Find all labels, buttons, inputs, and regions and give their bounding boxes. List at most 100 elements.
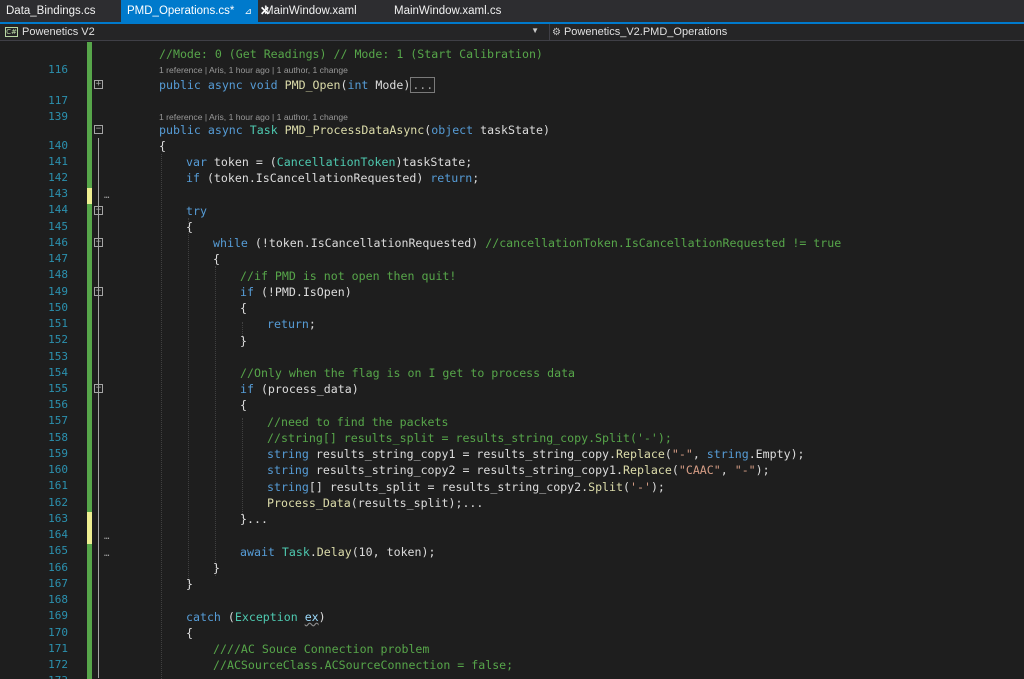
code-text: } <box>240 334 247 348</box>
collapse-icon[interactable]: − <box>94 287 103 296</box>
tab-label: PMD_Operations.cs* <box>127 5 235 17</box>
line-number: 173 <box>20 673 68 679</box>
collapse-icon[interactable]: − <box>94 125 103 134</box>
ellipsis-icon: ... <box>246 512 268 526</box>
code-line[interactable]: 142 var token = (CancellationToken)taskS… <box>0 154 1024 184</box>
code-line[interactable]: 159 //string[] results_split = results_s… <box>0 430 1024 460</box>
code-line[interactable]: 147 − while (!token.IsCancellationReques… <box>0 235 1024 265</box>
tab-pmd-operations[interactable]: PMD_Operations.cs* ⊿ ✕ <box>121 0 270 22</box>
code-text: catch (Exception ex) <box>186 610 326 624</box>
code-text: //ACSourceClass.ACSourceConnection = fal… <box>213 658 514 672</box>
code-text: { <box>240 301 247 315</box>
code-text: try <box>186 204 207 218</box>
code-text: var token = (CancellationToken)taskState… <box>186 155 473 169</box>
code-text: string results_string_copy2 = results_st… <box>267 463 770 477</box>
code-line[interactable]: 151 { <box>0 300 1024 330</box>
codelens-info[interactable]: 1 reference | Aris, 1 hour ago | 1 autho… <box>159 62 348 78</box>
code-line[interactable]: 141 { <box>0 138 1024 168</box>
code-line[interactable]: 140 − public async Task PMD_ProcessDataA… <box>0 122 1024 152</box>
code-line[interactable]: 155 //Only when the flag is on I get to … <box>0 365 1024 395</box>
code-text: await Task.Delay(10, token); <box>240 545 436 559</box>
code-text: { <box>186 626 193 640</box>
code-text: //need to find the packets <box>267 415 449 429</box>
code-line[interactable]: 116 //Mode: 0 (Get Readings) // Mode: 1 … <box>0 46 1024 76</box>
tab-label: MainWindow.xaml <box>264 5 357 17</box>
code-line[interactable]: 139 <box>0 93 1024 123</box>
tab-mainwindow-xaml[interactable]: MainWindow.xaml <box>258 0 388 22</box>
code-line[interactable]: 172 ////AC Souce Connection problem <box>0 641 1024 671</box>
code-text: public async Task PMD_ProcessDataAsync(o… <box>159 123 550 137</box>
code-line[interactable]: 157 { <box>0 397 1024 427</box>
code-line[interactable]: 169 <box>0 592 1024 622</box>
code-text: Process_Data(results_split);... <box>267 496 484 510</box>
code-text: while (!token.IsCancellationRequested) /… <box>213 236 842 250</box>
code-line[interactable]: 158 //need to find the packets <box>0 414 1024 444</box>
code-text: }... <box>240 512 268 526</box>
member-name: Powenetics_V2.PMD_Operations <box>563 26 728 38</box>
code-line[interactable]: 173 //ACSourceClass.ACSourceConnection =… <box>0 657 1024 679</box>
code-text: string results_string_copy1 = results_st… <box>267 447 805 461</box>
code-text: public async void PMD_Open(int Mode)... <box>159 77 436 93</box>
collapse-icon[interactable]: − <box>94 384 103 393</box>
code-line[interactable]: 150 − if (!PMD.IsOpen) <box>0 284 1024 314</box>
code-editor[interactable]: 116 //Mode: 0 (Get Readings) // Mode: 1 … <box>0 42 1024 679</box>
code-text: { <box>159 139 166 153</box>
code-line[interactable]: 170 catch (Exception ex) <box>0 609 1024 639</box>
code-line[interactable]: 144 … <box>0 186 1024 216</box>
code-line[interactable]: 145 − try <box>0 203 1024 233</box>
ellipsis-icon: … <box>104 532 110 542</box>
chevron-down-icon[interactable]: ▼ <box>531 26 539 35</box>
code-line[interactable]: 168 } <box>0 576 1024 606</box>
code-text: return; <box>267 317 316 331</box>
ellipsis-icon: … <box>104 191 110 201</box>
code-line[interactable]: 163 Process_Data(results_split);... <box>0 495 1024 525</box>
code-line[interactable]: 167 } <box>0 560 1024 590</box>
code-line[interactable]: 152 return; <box>0 316 1024 346</box>
code-line[interactable]: 153 } <box>0 333 1024 363</box>
pin-icon[interactable]: ⊿ <box>244 6 252 17</box>
code-text: string[] results_split = results_string_… <box>267 480 665 494</box>
code-line[interactable]: 171 { <box>0 625 1024 655</box>
code-line[interactable]: 160 string results_string_copy1 = result… <box>0 446 1024 476</box>
csharp-project-icon: C# <box>5 27 18 37</box>
code-line[interactable]: 161 string results_string_copy2 = result… <box>0 462 1024 492</box>
code-text: if (process_data) <box>240 382 359 396</box>
code-text: ////AC Souce Connection problem <box>213 642 430 656</box>
code-text: { <box>240 398 247 412</box>
project-dropdown[interactable]: C# Powenetics V2 ▼ <box>0 24 545 40</box>
code-line[interactable]: 149 //if PMD is not open then quit! <box>0 268 1024 298</box>
collapsed-region-button[interactable]: ... <box>410 77 436 93</box>
code-line[interactable]: 165 … <box>0 527 1024 557</box>
tab-data-bindings[interactable]: Data_Bindings.cs <box>0 0 121 22</box>
code-text: if (!PMD.IsOpen) <box>240 285 352 299</box>
code-line[interactable]: 146 { <box>0 219 1024 249</box>
code-line[interactable]: 162 string[] results_split = results_str… <box>0 479 1024 509</box>
line-number: 116 <box>48 63 68 76</box>
navigation-bar: C# Powenetics V2 ▼ ⚙ Powenetics_V2.PMD_O… <box>0 24 1024 41</box>
class-member-icon: ⚙ <box>552 26 561 38</box>
tab-mainwindow-xaml-cs[interactable]: MainWindow.xaml.cs <box>388 0 528 22</box>
member-dropdown[interactable]: ⚙ Powenetics_V2.PMD_Operations <box>549 24 1024 40</box>
code-text: //Mode: 0 (Get Readings) // Mode: 1 (Sta… <box>159 47 543 61</box>
code-line[interactable]: 156 − if (process_data) <box>0 381 1024 411</box>
code-line[interactable]: 164 }... <box>0 511 1024 541</box>
code-line[interactable]: 117 + public async void PMD_Open(int Mod… <box>0 77 1024 107</box>
code-text: } <box>186 577 193 591</box>
project-name: Powenetics V2 <box>22 26 95 38</box>
expand-icon[interactable]: + <box>94 80 103 89</box>
collapse-icon[interactable]: − <box>94 238 103 247</box>
code-text: } <box>213 561 220 575</box>
code-text: //string[] results_split = results_strin… <box>267 431 672 445</box>
code-text: //if PMD is not open then quit! <box>240 269 457 283</box>
code-text: //Only when the flag is on I get to proc… <box>240 366 576 380</box>
code-text: if (token.IsCancellationRequested) retur… <box>186 171 480 185</box>
code-line[interactable]: 148 { <box>0 251 1024 281</box>
code-line[interactable]: 154 <box>0 349 1024 379</box>
code-line[interactable]: 166 … await Task.Delay(10, token); <box>0 544 1024 574</box>
collapse-icon[interactable]: − <box>94 206 103 215</box>
tab-label: MainWindow.xaml.cs <box>394 5 502 17</box>
code-text: { <box>186 220 193 234</box>
code-text: { <box>213 252 220 266</box>
code-line[interactable]: 143 if (token.IsCancellationRequested) r… <box>0 170 1024 200</box>
ellipsis-icon: ... <box>462 496 484 510</box>
